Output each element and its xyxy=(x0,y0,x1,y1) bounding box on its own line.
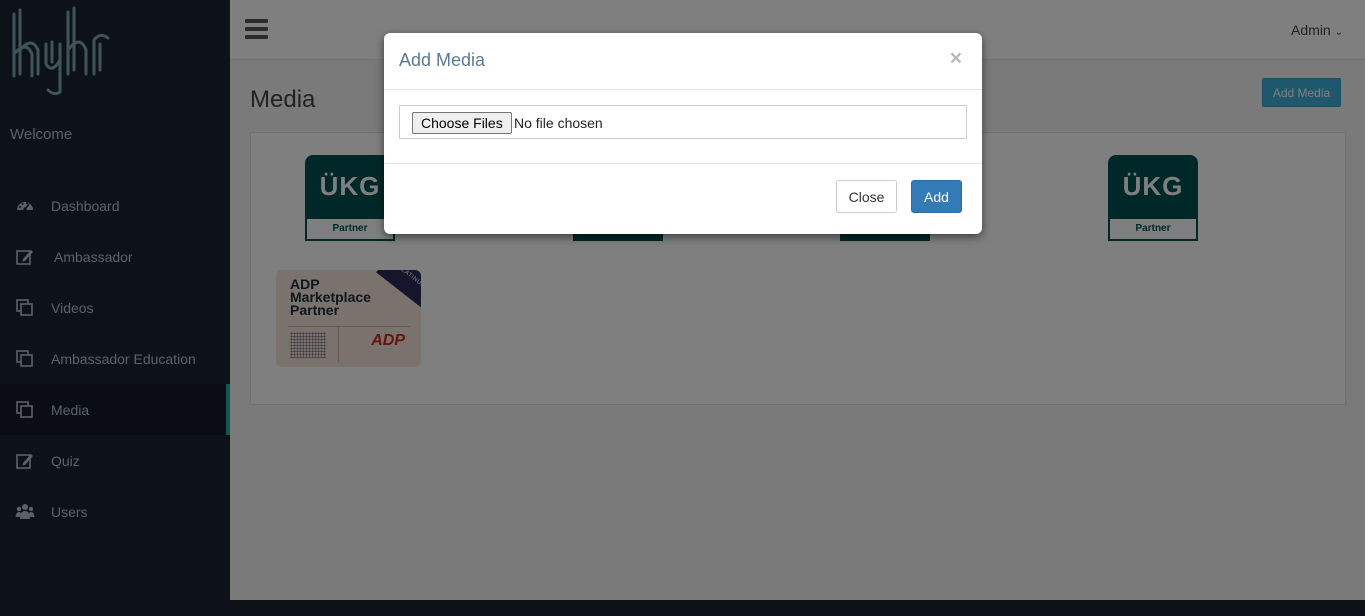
modal-header: Add Media × xyxy=(384,33,982,90)
file-input[interactable]: Choose Files No file chosen xyxy=(399,105,967,139)
modal-body: Choose Files No file chosen xyxy=(384,90,982,164)
file-status-text: No file chosen xyxy=(514,115,603,131)
add-button[interactable]: Add xyxy=(911,180,962,213)
close-icon[interactable]: × xyxy=(950,47,962,71)
modal-title: Add Media xyxy=(399,50,486,70)
choose-files-button[interactable]: Choose Files xyxy=(412,112,512,134)
close-button[interactable]: Close xyxy=(836,180,897,213)
add-media-modal: Add Media × Choose Files No file chosen … xyxy=(384,33,982,234)
